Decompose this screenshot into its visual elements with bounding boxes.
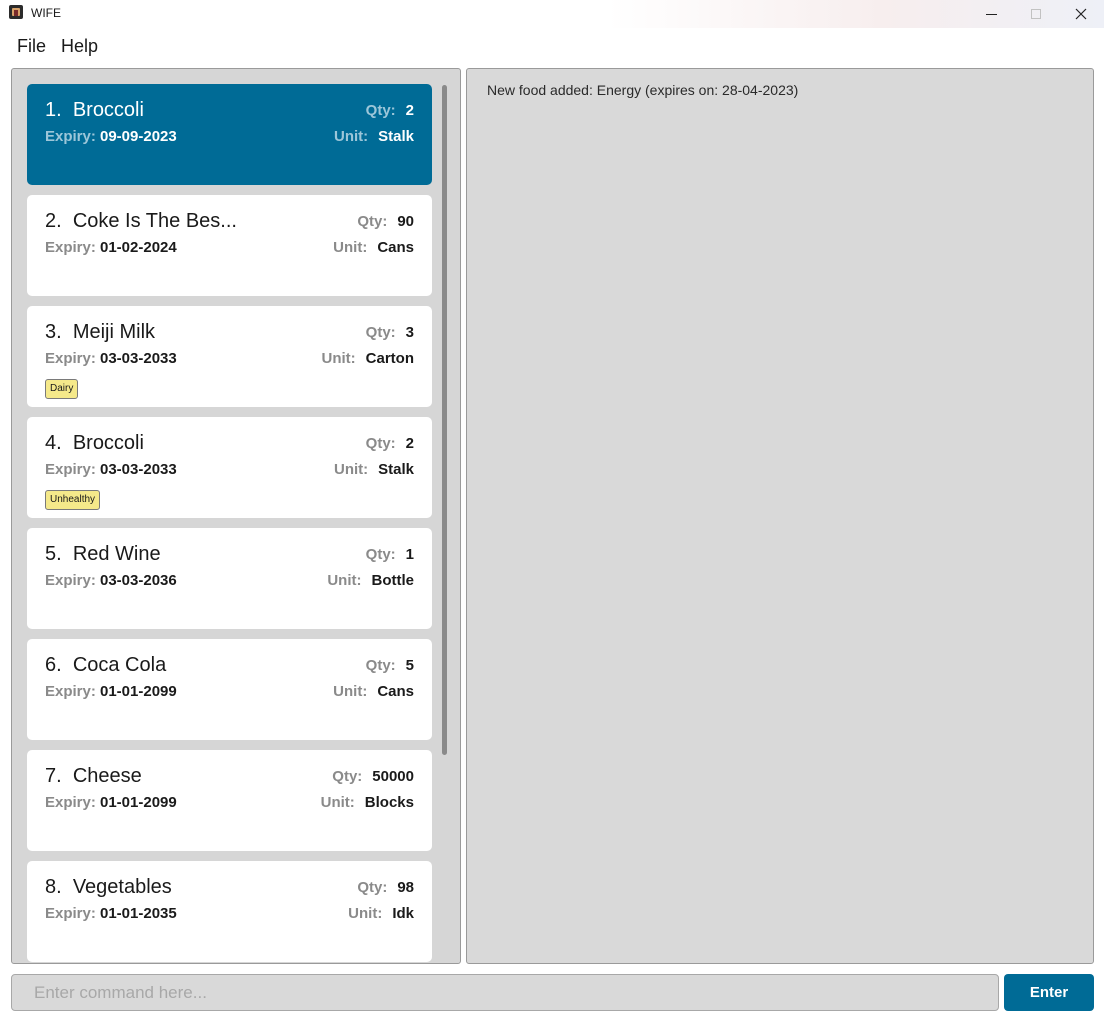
expiry-value: 03-03-2033 (100, 461, 177, 478)
food-unit: Unit: Carton (322, 350, 415, 367)
unit-value: Cans (377, 239, 414, 256)
expiry-value: 01-02-2024 (100, 239, 177, 256)
unit-label: Unit: (348, 905, 383, 922)
list-scrollbar[interactable] (442, 85, 447, 755)
unit-label: Unit: (327, 572, 362, 589)
unit-value: Idk (392, 905, 414, 922)
qty-value: 50000 (372, 768, 414, 785)
expiry-label: Expiry: (45, 350, 96, 367)
qty-label: Qty: (365, 324, 396, 341)
unit-value: Cans (377, 683, 414, 700)
result-display: New food added: Energy (expires on: 28-0… (466, 68, 1094, 964)
qty-label: Qty: (365, 546, 396, 563)
food-name: 8. Vegetables (45, 876, 172, 898)
app-icon (9, 5, 23, 19)
qty-value: 5 (405, 657, 414, 674)
food-name: 1. Broccoli (45, 99, 144, 121)
unit-value: Stalk (378, 128, 414, 145)
food-tag: Dairy (45, 379, 79, 399)
food-name: 4. Broccoli (45, 432, 144, 454)
food-name: 5. Red Wine (45, 543, 161, 565)
close-icon[interactable] (1058, 0, 1104, 28)
food-card[interactable]: 6. Coca Cola Qty: 5 Expiry: 01-01-2099 U… (27, 639, 432, 740)
qty-value: 3 (405, 324, 414, 341)
food-qty: Qty: 2 (366, 435, 414, 452)
qty-label: Qty: (365, 435, 396, 452)
food-tag: Unhealthy (45, 490, 101, 510)
food-qty: Qty: 5 (366, 657, 414, 674)
window-title: WIFE (31, 6, 61, 20)
food-unit: Unit: Cans (333, 683, 414, 700)
food-qty: Qty: 98 (357, 879, 414, 896)
expiry-label: Expiry: (45, 794, 96, 811)
expiry-value: 01-01-2099 (100, 794, 177, 811)
unit-value: Carton (365, 350, 414, 367)
food-unit: Unit: Bottle (327, 572, 414, 589)
food-card[interactable]: 7. Cheese Qty: 50000 Expiry: 01-01-2099 … (27, 750, 432, 851)
expiry-label: Expiry: (45, 683, 96, 700)
food-list-panel[interactable]: 1. Broccoli Qty: 2 Expiry: 09-09-2023 Un… (11, 68, 461, 964)
unit-value: Blocks (364, 794, 414, 811)
food-unit: Unit: Stalk (334, 128, 414, 145)
food-name: 2. Coke Is The Bes... (45, 210, 237, 232)
expiry-label: Expiry: (45, 905, 96, 922)
food-card[interactable]: 4. Broccoli Qty: 2 Expiry: 03-03-2033 Un… (27, 417, 432, 518)
food-card[interactable]: 8. Vegetables Qty: 98 Expiry: 01-01-2035… (27, 861, 432, 962)
food-qty: Qty: 90 (357, 213, 414, 230)
qty-value: 1 (405, 546, 414, 563)
qty-label: Qty: (357, 213, 388, 230)
expiry-value: 01-01-2099 (100, 683, 177, 700)
food-unit: Unit: Idk (348, 905, 414, 922)
menu-file[interactable]: File (17, 36, 46, 57)
food-unit: Unit: Blocks (321, 794, 414, 811)
expiry-label: Expiry: (45, 239, 96, 256)
unit-label: Unit: (333, 128, 369, 145)
expiry-value: 01-01-2035 (100, 905, 177, 922)
result-message: New food added: Energy (expires on: 28-0… (487, 82, 799, 98)
command-input[interactable] (11, 974, 999, 1011)
food-card[interactable]: 2. Coke Is The Bes... Qty: 90 Expiry: 01… (27, 195, 432, 296)
unit-label: Unit: (333, 239, 368, 256)
food-card[interactable]: 1. Broccoli Qty: 2 Expiry: 09-09-2023 Un… (27, 84, 432, 185)
title-bar: WIFE (0, 0, 1104, 28)
qty-label: Qty: (365, 102, 396, 119)
unit-label: Unit: (320, 794, 355, 811)
food-qty: Qty: 50000 (332, 768, 414, 785)
menu-bar: File Help (0, 28, 1104, 64)
qty-value: 98 (397, 879, 414, 896)
food-qty: Qty: 1 (366, 546, 414, 563)
minimize-icon[interactable] (968, 0, 1014, 28)
qty-label: Qty: (357, 879, 388, 896)
unit-label: Unit: (333, 461, 369, 478)
qty-label: Qty: (332, 768, 363, 785)
food-card[interactable]: 3. Meiji Milk Qty: 3 Expiry: 03-03-2033 … (27, 306, 432, 407)
food-name: 6. Coca Cola (45, 654, 167, 676)
expiry-value: 03-03-2033 (100, 350, 177, 367)
expiry-label: Expiry: (45, 128, 96, 145)
unit-value: Stalk (378, 461, 414, 478)
menu-help[interactable]: Help (61, 36, 98, 57)
food-name: 3. Meiji Milk (45, 321, 156, 343)
food-name: 7. Cheese (45, 765, 142, 787)
qty-value: 2 (405, 435, 414, 452)
food-qty: Qty: 3 (366, 324, 414, 341)
food-card[interactable]: 5. Red Wine Qty: 1 Expiry: 03-03-2036 Un… (27, 528, 432, 629)
unit-label: Unit: (321, 350, 356, 367)
food-qty: Qty: 2 (366, 102, 414, 119)
qty-value: 2 (405, 102, 414, 119)
expiry-label: Expiry: (45, 461, 96, 478)
maximize-icon[interactable] (1013, 0, 1059, 28)
unit-label: Unit: (333, 683, 368, 700)
qty-label: Qty: (365, 657, 396, 674)
enter-button[interactable]: Enter (1004, 974, 1094, 1011)
food-unit: Unit: Cans (333, 239, 414, 256)
expiry-label: Expiry: (45, 572, 96, 589)
qty-value: 90 (397, 213, 414, 230)
food-unit: Unit: Stalk (334, 461, 414, 478)
expiry-value: 09-09-2023 (100, 128, 177, 145)
unit-value: Bottle (371, 572, 415, 589)
expiry-value: 03-03-2036 (100, 572, 177, 589)
